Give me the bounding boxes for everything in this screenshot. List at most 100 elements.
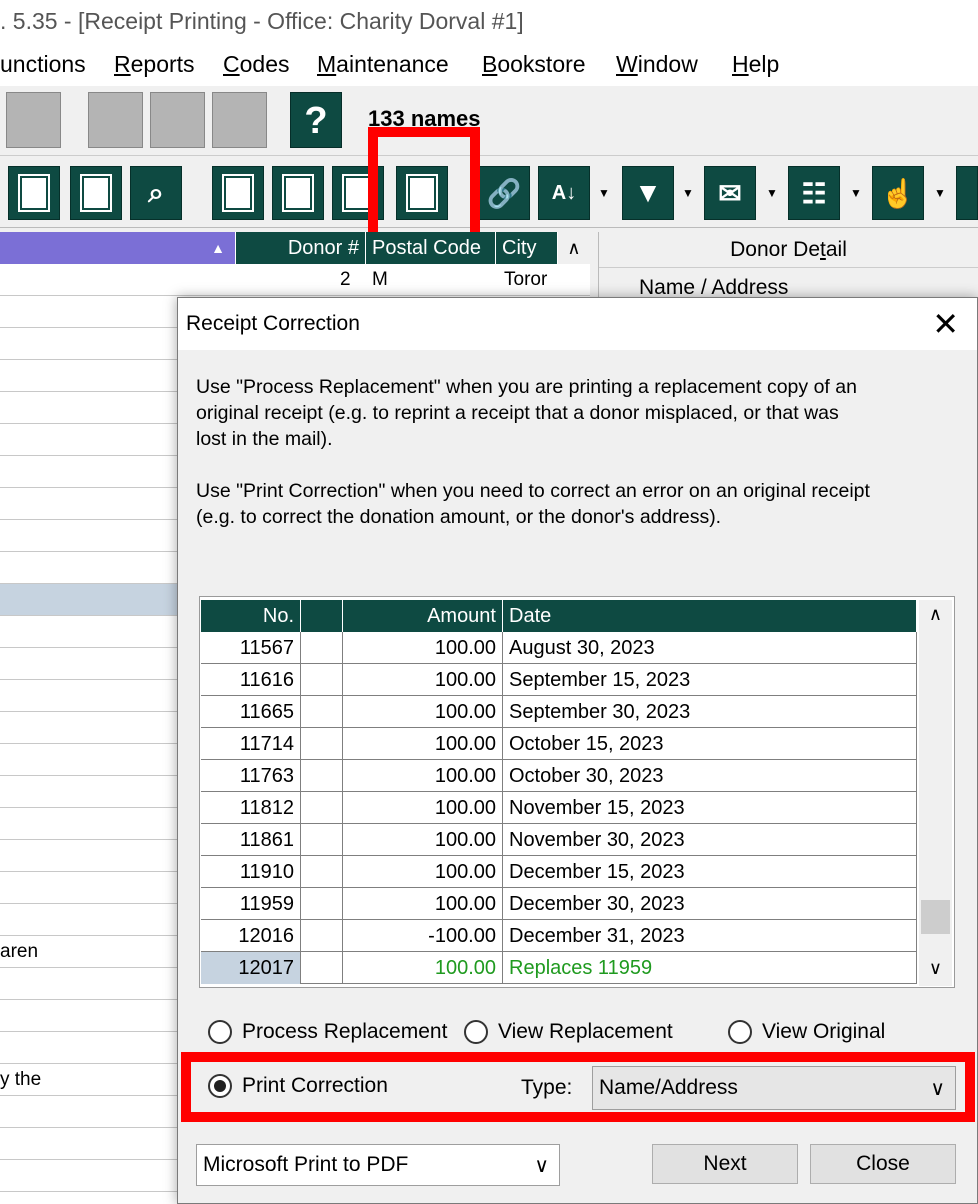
table-row[interactable]: 11812 100.00 November 15, 2023 [201, 792, 917, 824]
receipt-number-cell: 12016 [201, 920, 301, 952]
receipt-number-cell: 12017 [201, 952, 301, 984]
touch-icon[interactable]: ☝ [872, 166, 924, 220]
search-icon[interactable]: ⌕ [130, 166, 182, 220]
receipt-number-cell: 11665 [201, 696, 301, 728]
receipt-number-cell: 11861 [201, 824, 301, 856]
filter-icon[interactable]: ▼ [622, 166, 674, 220]
funnel-glyph: ▼ [634, 177, 662, 208]
table-row[interactable]: 2 M Toror [0, 264, 590, 296]
blank-cell [301, 728, 343, 760]
calendar-person-icon[interactable] [8, 166, 60, 220]
menu-maintenance[interactable]: Maintenance [317, 51, 449, 78]
radio-dot [728, 1020, 752, 1044]
menu-functions[interactable]: unctions [0, 51, 86, 78]
chevron-down-icon[interactable]: ▼ [934, 186, 946, 200]
table-row[interactable]: 11567 100.00 August 30, 2023 [201, 632, 917, 664]
menu-reports[interactable]: Reports [114, 51, 195, 78]
blank-cell [301, 664, 343, 696]
chat-icon[interactable]: ☷ [788, 166, 840, 220]
date-cell: November 30, 2023 [503, 824, 917, 856]
blank-cell [301, 760, 343, 792]
amount-cell: 100.00 [343, 952, 503, 984]
amount-header[interactable]: Amount [343, 600, 503, 632]
link-icon[interactable]: 🔗 [478, 166, 530, 220]
chevron-down-icon: ∨ [534, 1155, 549, 1177]
disabled-toolbar-button[interactable] [88, 92, 143, 148]
table-row[interactable]: 11910 100.00 December 15, 2023 [201, 856, 917, 888]
menu-window[interactable]: Window [616, 51, 698, 78]
printer-select[interactable]: Microsoft Print to PDF ∨ [196, 1144, 560, 1186]
chevron-down-icon[interactable]: ▼ [850, 186, 862, 200]
table-row[interactable]: 11616 100.00 September 15, 2023 [201, 664, 917, 696]
date-cell: Replaces 11959 [503, 952, 917, 984]
highlight-print-correction-row [181, 1052, 975, 1122]
mail-icon[interactable]: ✉ [704, 166, 756, 220]
instructions-paragraph-2: Use "Print Correction" when you need to … [196, 480, 870, 528]
donor-detail-tab[interactable]: Donor Detail [599, 232, 978, 268]
receipt-number-cell: 11567 [201, 632, 301, 664]
receipt-number-cell: 11763 [201, 760, 301, 792]
chevron-up-icon[interactable]: ∧ [558, 232, 590, 264]
radio-dot [208, 1020, 232, 1044]
postal-code-cell: M [372, 269, 388, 290]
table-row[interactable]: 12016 -100.00 December 31, 2023 [201, 920, 917, 952]
donor-number-header[interactable]: Donor # [236, 232, 366, 264]
date-cell: October 15, 2023 [503, 728, 917, 760]
process-replacement-radio[interactable]: Process Replacement [208, 1020, 447, 1044]
receipt-number-cell: 11910 [201, 856, 301, 888]
table-row[interactable]: 11861 100.00 November 30, 2023 [201, 824, 917, 856]
help-button[interactable]: ? [290, 92, 342, 148]
receipts-scrollbar[interactable]: ∧ ∨ [919, 600, 952, 986]
view-original-radio[interactable]: View Original [728, 1020, 885, 1044]
date-cell: December 30, 2023 [503, 888, 917, 920]
sort-ascending-icon: ▲ [211, 240, 225, 256]
name-column-header[interactable]: ▲ [0, 232, 236, 264]
receipt-number-header[interactable]: No. [201, 600, 301, 632]
date-header[interactable]: Date [503, 600, 917, 632]
table-row[interactable]: 11714 100.00 October 15, 2023 [201, 728, 917, 760]
city-header[interactable]: City [496, 232, 558, 264]
multi-document-icon[interactable] [272, 166, 324, 220]
view-replacement-radio[interactable]: View Replacement [464, 1020, 673, 1044]
close-button[interactable]: Close [810, 1144, 956, 1184]
receipt-number-cell: 11714 [201, 728, 301, 760]
amount-cell: 100.00 [343, 760, 503, 792]
table-row[interactable]: 12017 100.00 Replaces 11959 [201, 952, 917, 984]
blank-column-header[interactable] [301, 600, 343, 632]
blank-cell [301, 920, 343, 952]
menu-bookstore[interactable]: Bookstore [482, 51, 586, 78]
receipt-number-cell: 11812 [201, 792, 301, 824]
window-title: . 5.35 - [Receipt Printing - Office: Cha… [0, 8, 524, 34]
chevron-down-icon[interactable]: ▼ [766, 186, 778, 200]
menu-help[interactable]: Help [732, 51, 779, 78]
chevron-down-icon[interactable]: ▼ [598, 186, 610, 200]
main-toolbar [0, 86, 978, 156]
close-icon[interactable]: ✕ [932, 306, 959, 342]
date-cell: September 30, 2023 [503, 696, 917, 728]
next-button[interactable]: Next [652, 1144, 798, 1184]
dialog-title-bar: Receipt Correction [178, 298, 977, 350]
scrollbar-thumb[interactable] [921, 900, 950, 934]
graduation-icon[interactable] [956, 166, 978, 220]
document-shape [282, 174, 314, 212]
heart-document-icon[interactable] [212, 166, 264, 220]
document-shape [80, 174, 112, 212]
table-row[interactable]: 11959 100.00 December 30, 2023 [201, 888, 917, 920]
table-row[interactable]: 11665 100.00 September 30, 2023 [201, 696, 917, 728]
receipt-number-cell: 11959 [201, 888, 301, 920]
sort-az-icon[interactable]: A↓ [538, 166, 590, 220]
chevron-down-icon[interactable]: ▼ [682, 186, 694, 200]
hand-glyph: ☝ [880, 177, 916, 209]
table-row[interactable]: 11763 100.00 October 30, 2023 [201, 760, 917, 792]
chevron-up-icon[interactable]: ∧ [919, 604, 952, 625]
disabled-toolbar-button[interactable] [150, 92, 205, 148]
blank-cell [301, 696, 343, 728]
person-card-icon[interactable] [70, 166, 122, 220]
receipt-number-cell: 11616 [201, 664, 301, 696]
menu-codes[interactable]: Codes [223, 51, 290, 78]
chevron-down-icon[interactable]: ∨ [919, 958, 952, 979]
disabled-toolbar-button[interactable] [212, 92, 267, 148]
disabled-toolbar-button[interactable] [6, 92, 61, 148]
donor-number-cell: 2 [340, 269, 351, 290]
postal-code-header[interactable]: Postal Code [366, 232, 496, 264]
